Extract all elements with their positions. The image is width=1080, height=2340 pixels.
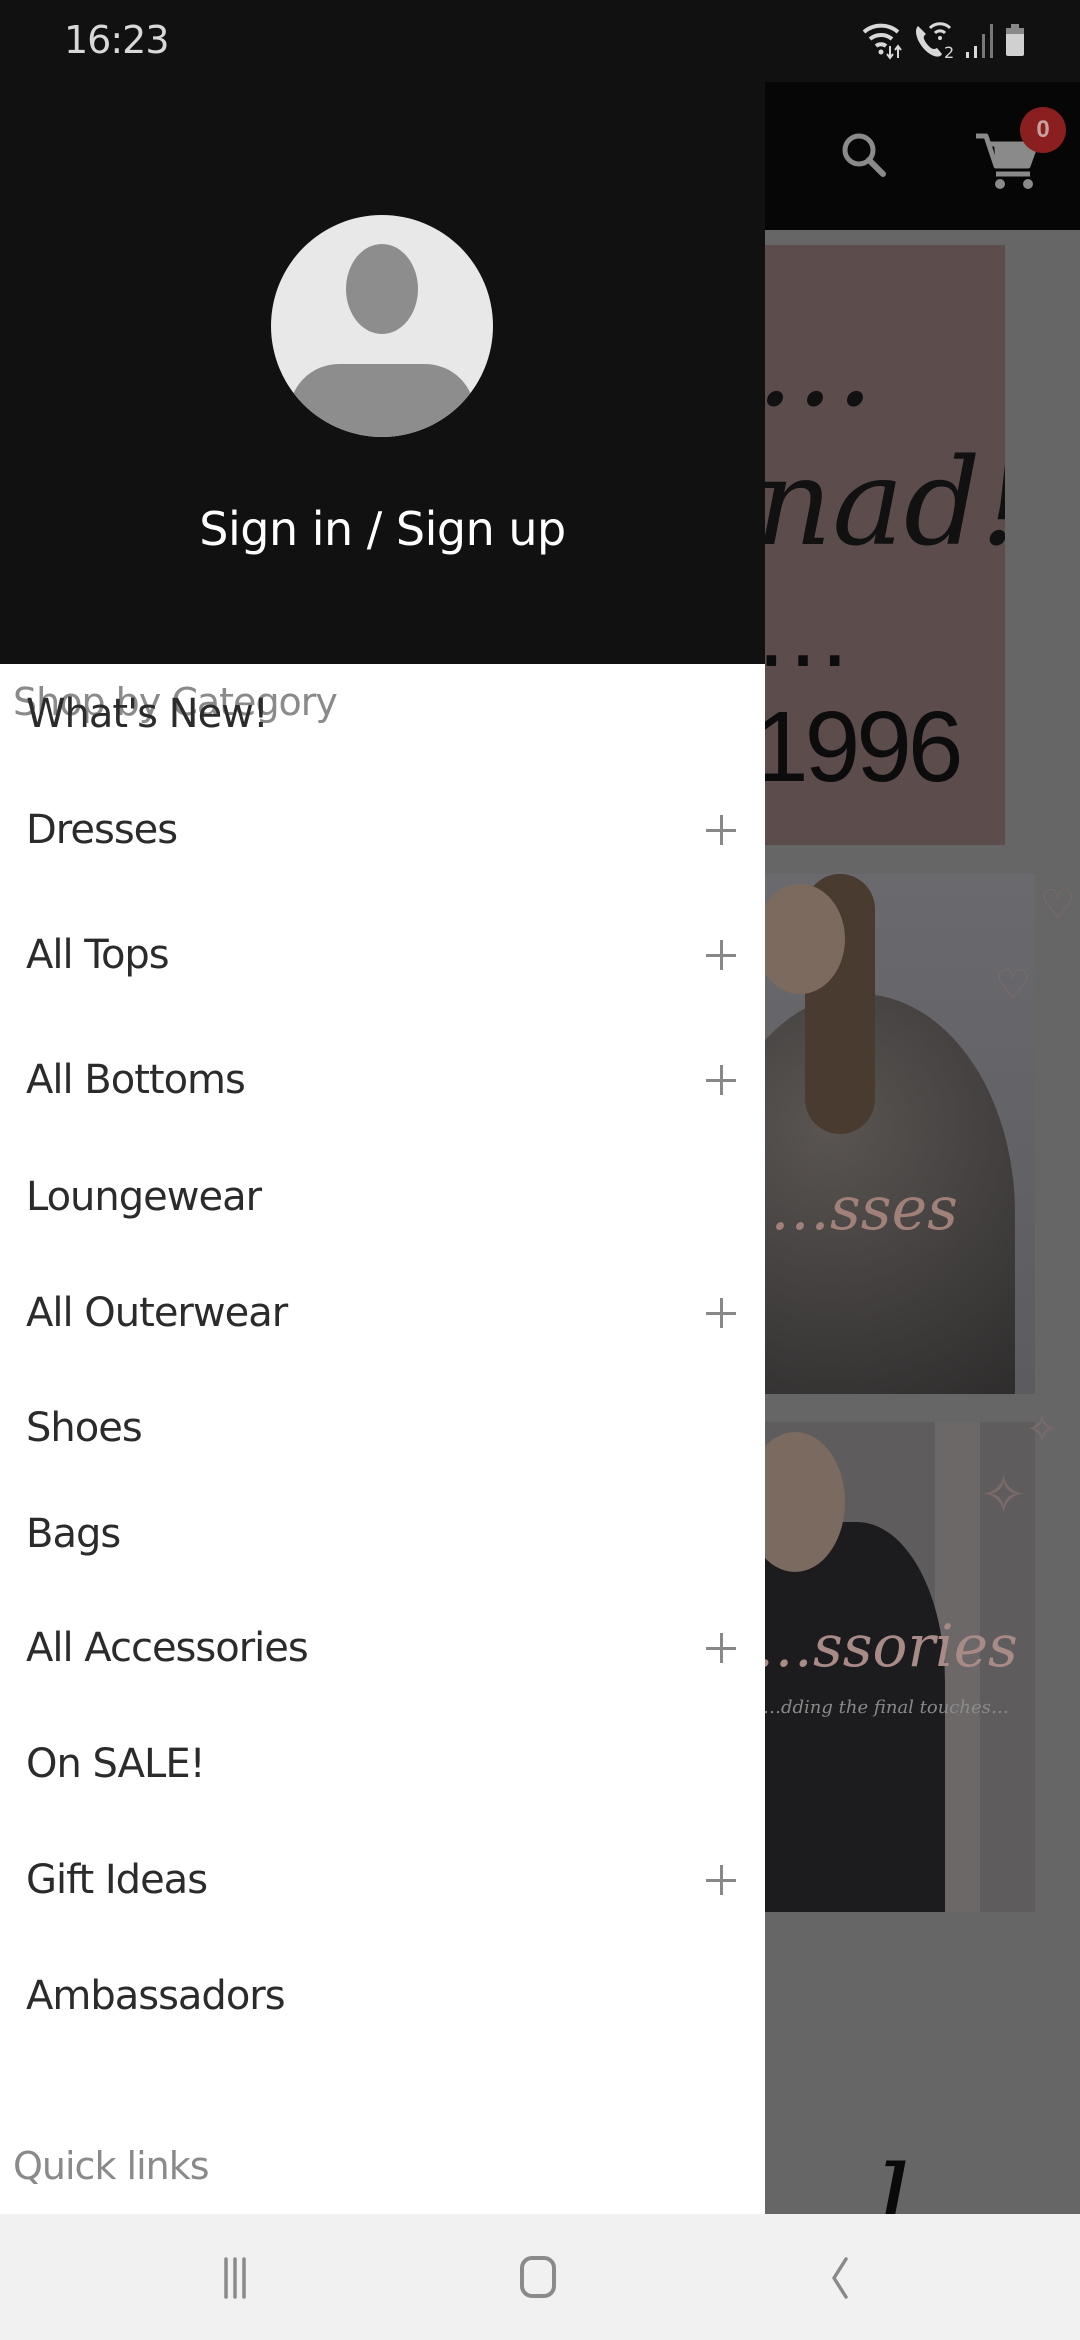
category-item[interactable]: What's New! [0, 669, 765, 759]
footer-script-text: …l… [765, 2142, 1021, 2214]
svg-text:2: 2 [944, 43, 954, 60]
category-item-label: All Bottoms [26, 1057, 246, 1103]
battery-icon [1002, 20, 1028, 60]
sparkle-decoration-icon: ✧ [980, 1463, 1027, 1526]
category-item-label: Ambassadors [26, 1973, 286, 2019]
expand-plus-icon[interactable] [706, 1298, 736, 1328]
expand-plus-icon[interactable] [706, 815, 736, 845]
recent-apps-icon [224, 2257, 246, 2299]
quick-links-heading: Quick links [13, 2144, 210, 2188]
background-page[interactable]: 0 …nad! …1996 …sses ♡ ♡ …ssories …dding … [765, 82, 1080, 2214]
category-item-label: Loungewear [26, 1174, 262, 1220]
home-icon [520, 2256, 556, 2298]
category-item-label: All Accessories [26, 1625, 309, 1671]
expand-plus-icon[interactable] [706, 1633, 736, 1663]
category-item-label: All Tops [26, 932, 170, 978]
category-item-label: On SALE! [26, 1741, 206, 1787]
avatar[interactable] [271, 215, 493, 437]
wifi-data-icon [862, 20, 904, 60]
status-time: 16:23 [64, 18, 170, 62]
category-item[interactable]: All Tops [0, 910, 765, 1000]
back-icon [832, 2257, 848, 2299]
category-item-label: Shoes [26, 1405, 143, 1451]
expand-plus-icon[interactable] [706, 1865, 736, 1895]
category-item[interactable]: Bags [0, 1489, 765, 1579]
back-button[interactable] [760, 2214, 920, 2340]
avatar-body [289, 364, 475, 437]
app-header: 0 [765, 82, 1080, 230]
home-button[interactable] [458, 2214, 618, 2340]
dresses-banner[interactable]: …sses [765, 874, 1035, 1394]
banner-year-text: …1996 [765, 576, 963, 803]
banner-label: …ssories [765, 1612, 1018, 1680]
signal-icon [964, 20, 994, 60]
sparkle-decoration-icon: ✧ [1025, 1408, 1059, 1452]
category-item[interactable]: All Bottoms [0, 1035, 765, 1125]
heart-decoration-icon: ♡ [1040, 883, 1076, 927]
system-nav-bar [0, 2214, 1080, 2340]
recent-apps-button[interactable] [156, 2214, 316, 2340]
status-icons: 2 [862, 20, 1028, 60]
banner-subtext: …dding the final touches… [765, 1697, 1009, 1718]
expand-plus-icon[interactable] [706, 940, 736, 970]
search-icon[interactable] [835, 126, 895, 186]
status-bar: 16:23 2 [0, 0, 1080, 82]
cart-count-badge: 0 [1020, 107, 1066, 153]
drawer-header: Sign in / Sign up [0, 82, 765, 664]
sign-in-link[interactable]: Sign in / Sign up [0, 502, 765, 556]
category-item-label: Dresses [26, 807, 178, 853]
heart-decoration-icon: ♡ [995, 963, 1031, 1007]
category-item-label: All Outerwear [26, 1290, 288, 1336]
category-item[interactable]: All Outerwear [0, 1268, 765, 1358]
promo-banner-1[interactable]: …nad! …1996 [765, 245, 1005, 845]
category-item-label: What's New! [26, 691, 269, 737]
category-item[interactable]: Gift Ideas [0, 1835, 765, 1925]
category-item[interactable]: All Accessories [0, 1603, 765, 1693]
category-item-label: Gift Ideas [26, 1857, 208, 1903]
expand-plus-icon[interactable] [706, 1065, 736, 1095]
category-item[interactable]: On SALE! [0, 1719, 765, 1809]
category-item[interactable]: Dresses [0, 785, 765, 875]
banner-label: …sses [770, 1174, 958, 1244]
wifi-calling-icon: 2 [912, 20, 956, 60]
navigation-drawer: Sign in / Sign up Shop by Category What'… [0, 82, 765, 2214]
avatar-head [346, 244, 418, 334]
category-item-label: Bags [26, 1511, 121, 1557]
category-item[interactable]: Ambassadors [0, 1951, 765, 2041]
category-item[interactable]: Shoes [0, 1383, 765, 1473]
category-item[interactable]: Loungewear [0, 1152, 765, 1242]
banner-script-text: …nad! [765, 295, 1005, 573]
